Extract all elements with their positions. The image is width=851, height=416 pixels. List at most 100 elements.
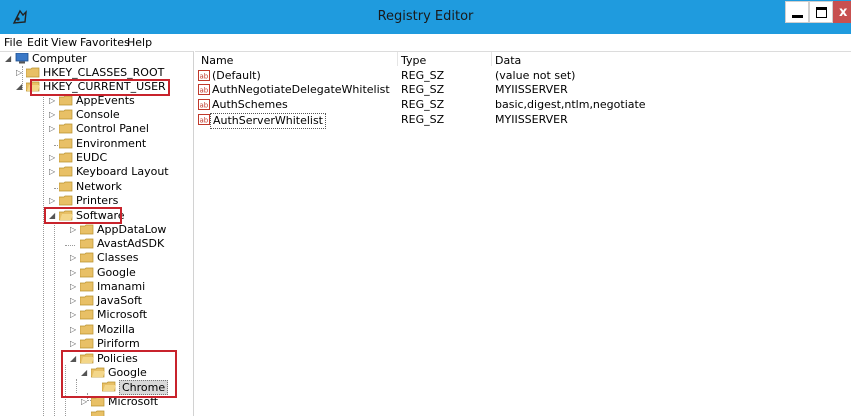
column-separator[interactable] bbox=[491, 52, 492, 66]
string-value-icon: ab bbox=[198, 114, 210, 125]
expand-icon[interactable]: ▷ bbox=[70, 253, 79, 262]
folder-icon bbox=[80, 267, 94, 278]
value-row[interactable]: ab AuthNegotiateDelegateWhitelist REG_SZ… bbox=[195, 83, 851, 97]
folder-icon bbox=[80, 281, 94, 292]
tree-label: Computer bbox=[32, 52, 87, 65]
expand-icon[interactable]: ▷ bbox=[70, 225, 79, 234]
tree-label: EUDC bbox=[76, 151, 108, 164]
open-folder-icon bbox=[102, 381, 116, 392]
collapse-icon[interactable]: ◢ bbox=[5, 54, 14, 63]
expand-icon[interactable]: ▷ bbox=[49, 124, 58, 133]
collapse-icon[interactable]: ◢ bbox=[81, 368, 90, 377]
value-name: (Default) bbox=[212, 69, 261, 82]
folder-icon bbox=[80, 252, 94, 263]
value-type: REG_SZ bbox=[401, 113, 445, 126]
registry-tree[interactable]: ◢ Computer ▷ HKEY_CLASSES_ROOT ◢ HKEY_CU… bbox=[0, 51, 194, 416]
list-header: Name Type Data bbox=[195, 52, 851, 67]
tree-label: Microsoft bbox=[108, 395, 159, 408]
maximize-button[interactable] bbox=[809, 1, 833, 23]
menu-view[interactable]: View bbox=[51, 36, 77, 49]
tree-connector bbox=[76, 379, 77, 393]
expand-icon[interactable]: ▷ bbox=[49, 167, 58, 176]
value-row[interactable]: ab AuthServerWhitelist REG_SZ MYIISSERVE… bbox=[195, 113, 851, 129]
value-data: MYIISSERVER bbox=[495, 83, 568, 96]
tree-label: Software bbox=[76, 209, 125, 222]
tree-connector bbox=[54, 222, 55, 416]
collapse-icon[interactable]: ◢ bbox=[16, 82, 25, 91]
expand-icon[interactable]: ▷ bbox=[16, 68, 25, 77]
folder-icon bbox=[59, 123, 73, 134]
expand-icon[interactable]: ▷ bbox=[70, 268, 79, 277]
values-list[interactable]: Name Type Data ab (Default) REG_SZ (valu… bbox=[195, 51, 851, 416]
tree-label: Microsoft bbox=[97, 308, 148, 321]
folder-icon bbox=[91, 410, 105, 416]
expand-icon[interactable]: ▷ bbox=[70, 296, 79, 305]
menu-help[interactable]: Help bbox=[127, 36, 152, 49]
svg-text:ab: ab bbox=[200, 73, 209, 81]
tree-label: HKEY_CURRENT_USER bbox=[43, 80, 166, 93]
open-folder-icon bbox=[59, 210, 73, 221]
menu-edit[interactable]: Edit bbox=[27, 36, 48, 49]
svg-text:ab: ab bbox=[200, 102, 209, 110]
string-value-icon: ab bbox=[198, 99, 210, 110]
tree-label: JavaSoft bbox=[97, 294, 142, 307]
tree-label-selected: Chrome bbox=[119, 380, 169, 395]
folder-icon bbox=[59, 181, 73, 192]
value-name: AuthNegotiateDelegateWhitelist bbox=[212, 83, 390, 96]
tree-label: AvastAdSDK bbox=[97, 237, 165, 250]
folder-icon bbox=[80, 224, 94, 235]
tree-label: Google bbox=[108, 366, 147, 379]
folder-icon bbox=[80, 324, 94, 335]
collapse-icon[interactable]: ◢ bbox=[49, 211, 58, 220]
string-value-icon: ab bbox=[198, 84, 210, 95]
tree-label: Printers bbox=[76, 194, 119, 207]
tree-label: Google bbox=[97, 266, 136, 279]
column-header-name[interactable]: Name bbox=[201, 54, 233, 67]
folder-icon bbox=[59, 138, 73, 149]
tree-label: AppEvents bbox=[76, 94, 135, 107]
folder-icon bbox=[26, 67, 40, 78]
expand-icon[interactable]: ▷ bbox=[49, 110, 58, 119]
folder-icon bbox=[59, 95, 73, 106]
value-row[interactable]: ab AuthSchemes REG_SZ basic,digest,ntlm,… bbox=[195, 98, 851, 112]
folder-icon bbox=[59, 166, 73, 177]
collapse-icon[interactable]: ◢ bbox=[70, 354, 79, 363]
tree-label: Imanami bbox=[97, 280, 146, 293]
folder-icon bbox=[59, 152, 73, 163]
column-separator[interactable] bbox=[397, 52, 398, 66]
folder-icon bbox=[80, 295, 94, 306]
expand-icon[interactable]: ▷ bbox=[70, 325, 79, 334]
menu-favorites[interactable]: Favorites bbox=[80, 36, 130, 49]
folder-icon bbox=[59, 195, 73, 206]
open-folder-icon bbox=[91, 367, 105, 378]
window-title: Registry Editor bbox=[377, 9, 474, 24]
folder-icon bbox=[59, 109, 73, 120]
value-row[interactable]: ab (Default) REG_SZ (value not set) bbox=[195, 69, 851, 83]
value-data: (value not set) bbox=[495, 69, 576, 82]
title-bar: Registry Editor x bbox=[0, 0, 851, 34]
computer-icon bbox=[15, 53, 29, 64]
expand-icon[interactable]: ▷ bbox=[70, 282, 79, 291]
close-button[interactable]: x bbox=[833, 1, 851, 23]
expand-icon[interactable]: ▷ bbox=[49, 196, 58, 205]
value-name: AuthSchemes bbox=[212, 98, 288, 111]
column-header-type[interactable]: Type bbox=[401, 54, 426, 67]
expand-icon[interactable]: ▷ bbox=[70, 339, 79, 348]
column-header-data[interactable]: Data bbox=[495, 54, 521, 67]
value-type: REG_SZ bbox=[401, 69, 445, 82]
folder-icon bbox=[91, 396, 105, 407]
expand-icon[interactable]: ▷ bbox=[81, 397, 90, 406]
menu-file[interactable]: File bbox=[4, 36, 22, 49]
svg-text:ab: ab bbox=[200, 117, 209, 125]
expand-icon[interactable]: ▷ bbox=[70, 310, 79, 319]
value-name-focused: AuthServerWhitelist bbox=[210, 113, 326, 129]
tree-connector bbox=[65, 365, 66, 416]
expand-icon[interactable]: ▷ bbox=[49, 96, 58, 105]
close-icon: x bbox=[839, 5, 848, 20]
svg-text:ab: ab bbox=[200, 87, 209, 95]
expand-icon[interactable]: ▷ bbox=[49, 153, 58, 162]
minimize-button[interactable] bbox=[785, 1, 809, 23]
tree-label: HKEY_CLASSES_ROOT bbox=[43, 66, 165, 79]
